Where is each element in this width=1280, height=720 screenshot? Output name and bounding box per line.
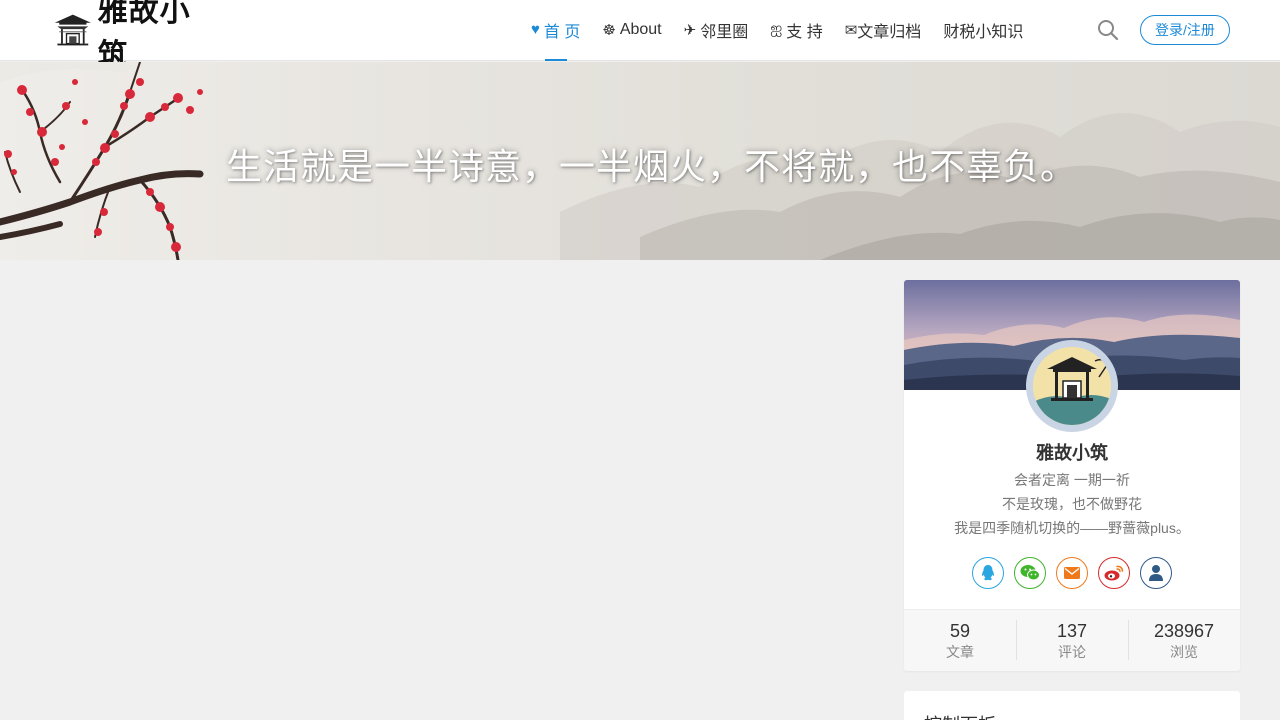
weibo-link[interactable] [1098,557,1130,589]
search-button[interactable] [1097,19,1119,41]
nav-item-tax-tips[interactable]: 财税小知识 [932,0,1034,61]
profile-motto: 会者定离 一期一祈 不是玫瑰，也不做野花 我是四季随机切换的——野蔷薇plus。 [904,468,1240,540]
nav-item-support[interactable]: ஐ 支 持 [759,0,834,61]
main-nav: ♥ 首 页 ☸ About ✈ 邻里圈 ஐ 支 持 ✉ 文章归档 财税小知识 [520,0,1034,61]
user-profile-link[interactable] [1140,557,1172,589]
top-navbar: 雅故小筑 ♥ 首 页 ☸ About ✈ 邻里圈 ஐ 支 持 ✉ 文章归档 财税… [0,0,1280,73]
wechat-link[interactable] [1014,557,1046,589]
qq-icon [982,565,994,581]
stat-label: 浏览 [1170,644,1198,660]
plane-icon: ✈ [683,21,697,39]
nav-item-label: 文章归档 [857,23,922,41]
stat-views[interactable]: 238967 浏览 [1128,610,1240,671]
nav-item-label: About [619,20,662,38]
motto-line: 我是四季随机切换的——野蔷薇plus。 [954,520,1190,536]
stat-value: 137 [1056,621,1088,641]
control-panel-widget: 控制面板 [904,691,1240,720]
avatar[interactable] [1026,340,1118,432]
stat-value: 59 [949,621,971,641]
pavilion-logo-icon [54,14,91,46]
banner-slogan: 生活就是一半诗意，一半烟火，不将就，也不辜负。 [226,147,1078,187]
stat-articles[interactable]: 59 文章 [904,610,1016,671]
nav-item-label: 财税小知识 [943,23,1024,41]
nav-item-neighbors[interactable]: ✈ 邻里圈 [673,0,760,61]
stat-label: 评论 [1058,644,1086,660]
motto-line: 会者定离 一期一祈 [1014,472,1130,488]
profile-name: 雅故小筑 [1036,443,1108,463]
stat-label: 文章 [946,644,974,660]
weibo-icon [1104,565,1124,581]
nav-item-label: 首 页 [543,23,581,41]
hero-banner: 生活就是一半诗意，一半烟火，不将就，也不辜负。 [0,62,1280,260]
nav-item-label: 支 持 [786,23,823,41]
user-icon [1149,565,1163,581]
site-logo[interactable]: 雅故小筑 [52,0,210,73]
envelope-icon [1064,567,1080,579]
search-icon [1098,20,1119,41]
wechat-icon [1020,565,1040,581]
widget-title: 控制面板 [924,711,996,720]
motto-line: 不是玫瑰，也不做野花 [1002,496,1142,512]
profile-stats: 59 文章 137 评论 238967 浏览 [904,609,1240,671]
stat-value: 238967 [1153,621,1215,641]
wheel-icon: ☸ [602,21,616,39]
heart-icon: ♥ [531,21,540,38]
nav-item-label: 邻里圈 [700,23,749,41]
login-register-button[interactable]: 登录/注册 [1140,15,1230,45]
stat-comments[interactable]: 137 评论 [1016,610,1128,671]
nav-item-about[interactable]: ☸ About [591,0,672,61]
email-link[interactable] [1056,557,1088,589]
social-links [972,557,1172,589]
profile-card: 雅故小筑 会者定离 一期一祈 不是玫瑰，也不做野花 我是四季随机切换的——野蔷薇… [904,280,1240,671]
nav-item-home[interactable]: ♥ 首 页 [520,0,591,61]
qq-link[interactable] [972,557,1004,589]
nav-item-archive[interactable]: ✉ 文章归档 [834,0,933,61]
ornament-icon: ஐ [770,20,783,37]
envelope-icon: ✉ [844,21,858,39]
pavilion-avatar-image [1033,347,1111,425]
